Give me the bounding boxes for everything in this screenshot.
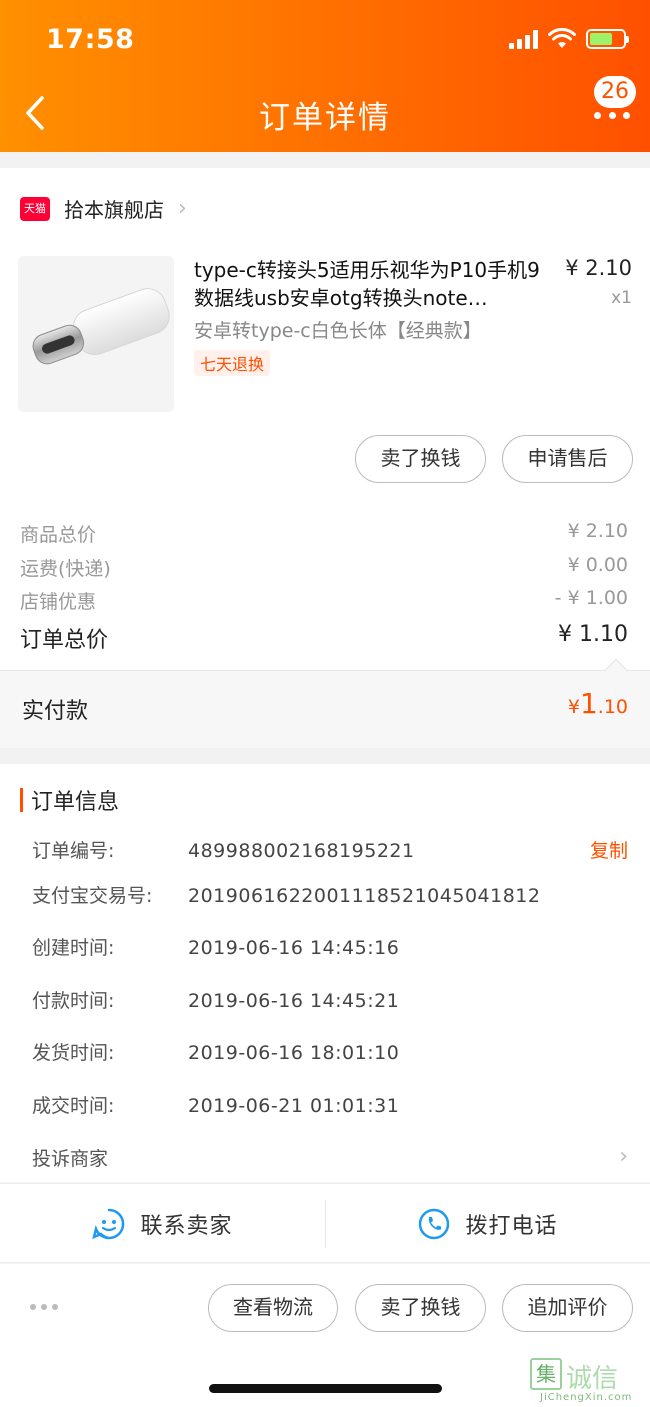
- order-number-row: 订单编号: 489988002168195221: [32, 840, 415, 862]
- more-actions-icon[interactable]: [30, 1304, 58, 1310]
- sell-for-cash-bottom-button[interactable]: 卖了换钱: [355, 1284, 486, 1332]
- usb-adapter-icon: [32, 288, 170, 365]
- shipped-time-row: 发货时间: 2019-06-16 18:01:10: [32, 1042, 400, 1064]
- fee-row-subtotal: 商品总价 ¥ 2.10: [20, 520, 628, 547]
- return-tag: 七天退换: [194, 350, 271, 376]
- fee-value: ¥ 2.10: [567, 520, 628, 542]
- message-badge: 26: [594, 76, 636, 108]
- product-sku: 安卓转type-c白色长体【经典款】: [194, 320, 482, 342]
- paid-time-row: 付款时间: 2019-06-16 14:45:21: [32, 990, 400, 1012]
- shop-row[interactable]: 天猫 拾本旗舰店 ›: [20, 194, 187, 223]
- contact-seller-label: 联系卖家: [140, 1214, 233, 1239]
- fee-value: ¥ 1.10: [558, 622, 628, 647]
- fee-label: 订单总价: [20, 628, 109, 653]
- chevron-right-icon: ›: [619, 1144, 628, 1169]
- product-image[interactable]: [18, 256, 174, 412]
- complain-seller-row[interactable]: 投诉商家 ›: [32, 1144, 628, 1171]
- signal-icon: [509, 29, 538, 49]
- created-time-row: 创建时间: 2019-06-16 14:45:16: [32, 937, 400, 959]
- battery-icon: [586, 29, 629, 49]
- call-phone-label: 拨打电话: [465, 1214, 558, 1239]
- phone-icon: [419, 1208, 450, 1240]
- paid-amount: ¥1.10: [567, 687, 628, 720]
- wifi-icon: [548, 28, 576, 48]
- chat-face-icon: [92, 1208, 125, 1240]
- call-phone-button[interactable]: 拨打电话: [325, 1184, 650, 1264]
- status-time: 17:58: [46, 24, 135, 55]
- contact-seller-button[interactable]: 联系卖家: [0, 1184, 325, 1264]
- tmall-logo: 天猫: [20, 196, 50, 221]
- order-info-title: 订单信息: [20, 784, 119, 816]
- product-title[interactable]: type-c转接头5适用乐视华为P10手机9数据线usb安卓otg转换头note…: [194, 256, 554, 314]
- fee-row-total: 订单总价 ¥ 1.10: [20, 622, 628, 654]
- sell-for-cash-button[interactable]: 卖了换钱: [355, 435, 486, 483]
- completed-time-row: 成交时间: 2019-06-21 01:01:31: [32, 1095, 400, 1117]
- product-price: ¥ 2.10: [565, 256, 632, 280]
- fee-label: 运费(快递): [20, 558, 111, 580]
- add-review-button[interactable]: 追加评价: [502, 1284, 633, 1332]
- order-card: 天猫 拾本旗舰店 › type-c转接头5适用乐视华为P10手机9数据线usb安…: [0, 168, 650, 748]
- product-qty: x1: [611, 288, 632, 308]
- paid-label: 实付款: [22, 699, 89, 724]
- chevron-right-icon: ›: [178, 196, 187, 221]
- home-indicator: [209, 1384, 442, 1393]
- header: 17:58 订单详情 26: [0, 0, 650, 152]
- view-logistics-button[interactable]: 查看物流: [208, 1284, 338, 1332]
- page-title: 订单详情: [259, 100, 391, 136]
- more-icon[interactable]: [594, 108, 630, 122]
- apply-after-sale-button[interactable]: 申请售后: [502, 435, 633, 483]
- fee-row-discount: 店铺优惠 - ¥ 1.00: [20, 587, 628, 614]
- status-icons: [509, 28, 629, 50]
- alipay-trade-row: 支付宝交易号: 2019061622001118521045041812: [32, 885, 541, 907]
- shop-name: 拾本旗舰店: [64, 198, 164, 222]
- paid-bar: 实付款 ¥1.10: [0, 658, 650, 748]
- contact-bar: 联系卖家 拨打电话: [0, 1183, 650, 1263]
- fee-label: 店铺优惠: [20, 591, 97, 613]
- fee-value: - ¥ 1.00: [554, 587, 628, 609]
- fee-label: 商品总价: [20, 524, 97, 546]
- fee-row-shipping: 运费(快递) ¥ 0.00: [20, 554, 628, 581]
- watermark: 集 诚信 JiChengXin.com: [530, 1356, 640, 1404]
- order-info-card: 订单信息 订单编号: 489988002168195221 复制 支付宝交易号: 2…: [0, 764, 650, 1182]
- fee-value: ¥ 0.00: [567, 554, 628, 576]
- copy-button[interactable]: 复制: [590, 836, 628, 863]
